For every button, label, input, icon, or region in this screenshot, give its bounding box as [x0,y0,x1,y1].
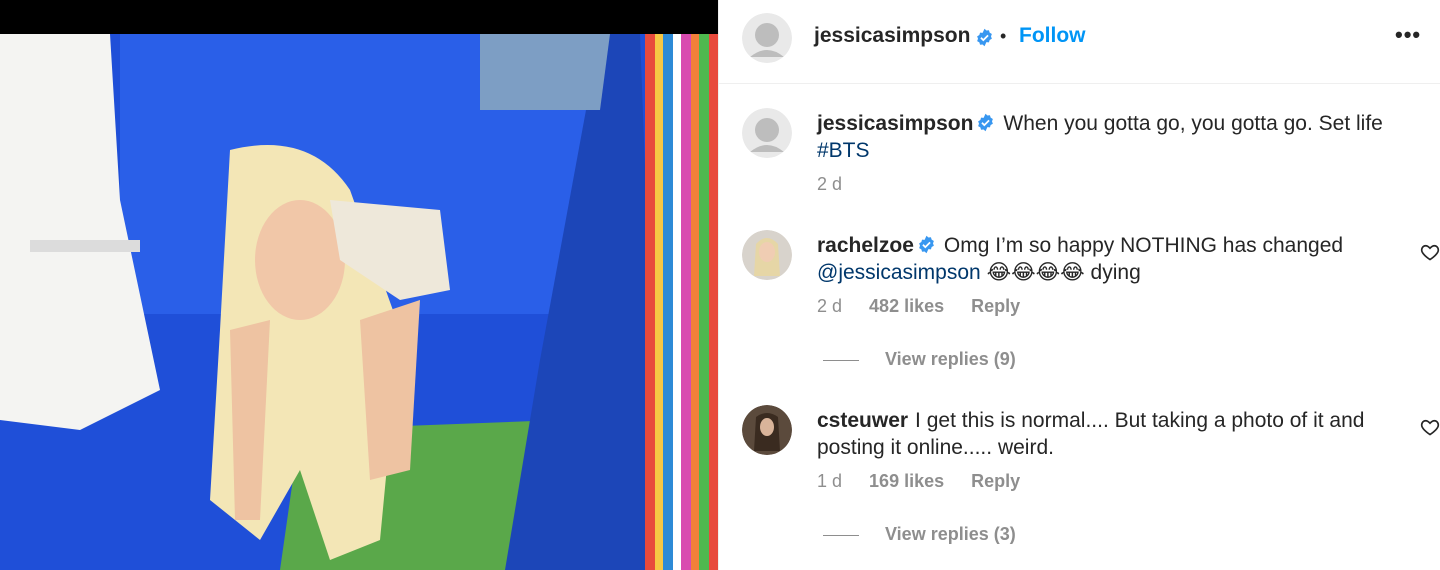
view-replies-label: View replies (9) [885,349,1016,369]
caption-username[interactable]: jessicasimpson [817,112,973,135]
comment-text-after: 😂😂😂😂 dying [986,261,1141,284]
post-image [0,0,718,570]
like-heart-icon[interactable] [1420,417,1440,437]
reply-button[interactable]: Reply [971,471,1020,491]
comment-time[interactable]: 2 d [817,296,842,316]
author-avatar[interactable] [742,13,792,63]
view-replies-button[interactable]: View replies (3) [823,524,1016,545]
caption-time[interactable]: 2 d [817,174,842,194]
like-heart-icon[interactable] [1420,242,1440,262]
post-header: jessicasimpson • Follow ••• [719,0,1440,84]
more-options-icon[interactable]: ••• [1395,22,1421,48]
post-photo[interactable] [0,0,718,570]
comment-time[interactable]: 1 d [817,471,842,491]
verified-badge-icon [975,28,994,47]
comment-mention[interactable]: @jessicasimpson [817,261,981,284]
replies-divider-line [823,534,859,536]
separator-dot: • [1000,26,1007,46]
reply-button[interactable]: Reply [971,296,1020,316]
caption-hashtag[interactable]: #BTS [817,139,870,162]
commenter-username[interactable]: csteuwer [817,409,908,432]
caption-text: When you gotta go, you gotta go. Set lif… [1003,112,1383,135]
author-username[interactable]: jessicasimpson [814,24,970,48]
comments-panel: jessicasimpson • Follow ••• jessicasimps… [718,0,1440,570]
comment-text: Omg I’m so happy NOTHING has changed [943,234,1344,257]
comment-likes[interactable]: 482 likes [869,296,944,316]
view-replies-label: View replies (3) [885,524,1016,544]
commenter-avatar[interactable] [742,230,792,280]
comment-likes[interactable]: 169 likes [869,471,944,491]
commenter-username[interactable]: rachelzoe [817,234,914,257]
commenter-avatar[interactable] [742,405,792,455]
verified-badge-icon [917,234,936,254]
view-replies-button[interactable]: View replies (9) [823,349,1016,370]
verified-badge-icon [976,112,995,132]
follow-button[interactable]: Follow [1019,24,1086,48]
caption-author-avatar[interactable] [742,108,792,158]
replies-divider-line [823,359,859,361]
